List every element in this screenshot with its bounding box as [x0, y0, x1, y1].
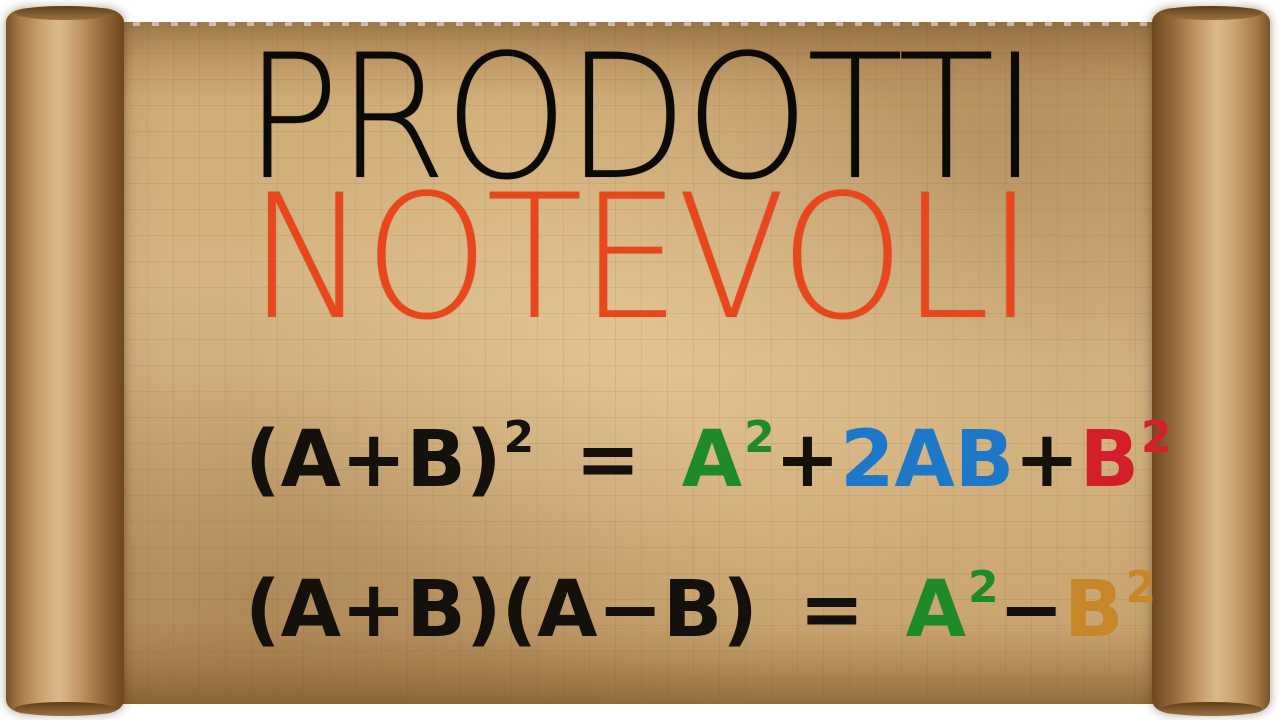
roll-cap — [1160, 702, 1262, 716]
formula-square-of-sum: (A+B)2 = A2+2AB+B2 — [245, 415, 1172, 505]
term-exponent: 2 — [744, 412, 775, 463]
lhs-exponent: 2 — [503, 412, 535, 463]
thumbnail-canvas: PRODOTTI NOTEVOLI (A+B)2 = A2+2AB+B2 (A+… — [0, 0, 1280, 720]
term-2ab: 2AB — [840, 415, 1015, 505]
formula-difference-of-squares: (A+B)(A−B) = A2−B2 — [245, 565, 1156, 655]
plus-sign: + — [774, 415, 841, 505]
equals-sign: = — [575, 415, 641, 505]
term-text: A — [905, 565, 966, 655]
term-exponent: 2 — [1141, 412, 1172, 463]
term-b-squared: B2 — [1064, 565, 1156, 655]
term-a-squared: A2 — [682, 415, 775, 505]
roll-cap — [14, 702, 116, 716]
title-line-2: NOTEVOLI — [248, 157, 1034, 358]
term-text: A — [681, 415, 743, 505]
formula-lhs: (A+B)2 — [245, 415, 534, 505]
minus-sign: − — [998, 565, 1064, 655]
term-a-squared: A2 — [906, 565, 999, 655]
equals-sign: = — [799, 565, 865, 655]
term-text: B — [1079, 415, 1140, 505]
roll-cap — [14, 6, 116, 20]
term-exponent: 2 — [1125, 562, 1157, 613]
roll-cap — [1160, 6, 1262, 20]
term-exponent: 2 — [968, 562, 999, 613]
plus-sign: + — [1014, 415, 1080, 505]
term-b-squared: B2 — [1080, 415, 1172, 505]
lhs-text: (A+B) — [245, 415, 502, 505]
term-text: B — [1063, 565, 1124, 655]
formula-lhs: (A+B)(A−B) — [245, 565, 758, 655]
